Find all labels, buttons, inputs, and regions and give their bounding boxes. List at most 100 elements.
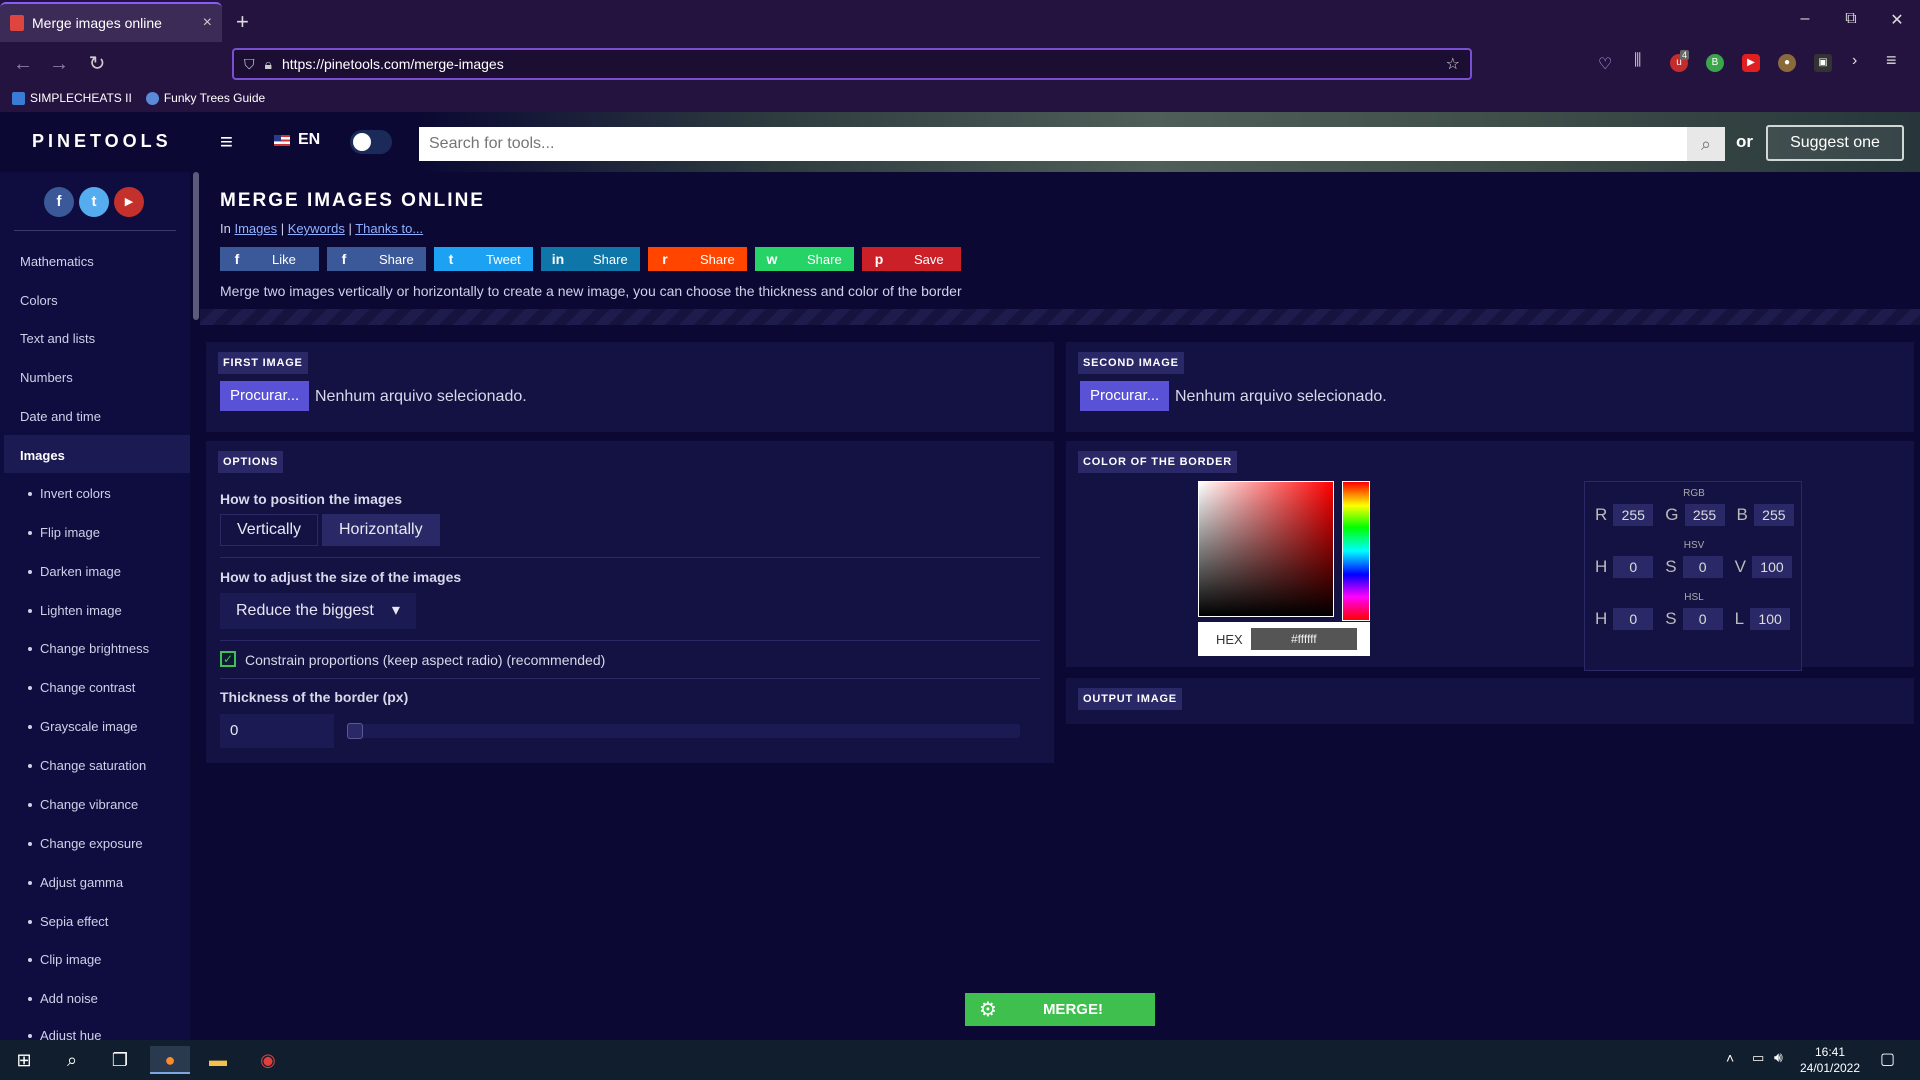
youtube-extension-icon[interactable]: ▶ <box>1742 54 1760 72</box>
constrain-checkbox[interactable]: ✓ <box>220 651 236 667</box>
twitter-icon[interactable]: t <box>79 187 109 217</box>
first-image-browse-button[interactable]: Procurar... <box>220 381 310 411</box>
position-horizontally-button[interactable]: Horizontally <box>322 514 440 546</box>
merge-button[interactable]: ⚙ MERGE! <box>965 993 1155 1026</box>
hsv-v-input[interactable]: 100 <box>1751 556 1792 578</box>
facebook-like-button[interactable]: f Like <box>220 247 319 271</box>
shield-icon[interactable]: ⛉ <box>244 56 255 73</box>
library-icon[interactable]: ⫼ <box>1634 52 1641 70</box>
overflow-chevron-icon[interactable]: › <box>1852 52 1857 70</box>
minimize-button[interactable]: – <box>1790 10 1820 28</box>
windows-start-icon[interactable]: ⊞ <box>4 1046 44 1074</box>
rgb-b-input[interactable]: 255 <box>1753 504 1794 526</box>
sidebar-item-add-noise[interactable]: Add noise <box>28 991 98 1006</box>
sidebar-category-images[interactable]: Images <box>20 448 65 463</box>
new-tab-button[interactable]: + <box>236 10 249 34</box>
hsl-s-input[interactable]: 0 <box>1682 608 1723 630</box>
hamburger-menu-icon[interactable]: ≡ <box>220 129 233 155</box>
sidebar-item-change-brightness[interactable]: Change brightness <box>28 641 149 656</box>
search-icon[interactable]: ⌕ <box>52 1046 92 1074</box>
linkedin-share-button[interactable]: in Share <box>541 247 640 271</box>
sidebar-item-adjust-gamma[interactable]: Adjust gamma <box>28 875 123 890</box>
twitter-tweet-button[interactable]: t Tweet <box>434 247 533 271</box>
network-icon[interactable]: ▭ <box>1752 1050 1764 1066</box>
browser-tab[interactable]: Merge images online × <box>0 2 222 42</box>
thickness-slider-handle[interactable] <box>347 723 363 739</box>
lock-icon[interactable]: 🔒︎ <box>265 56 272 73</box>
hsv-h-input[interactable]: 0 <box>1613 556 1654 578</box>
crumb-thanks-link[interactable]: Thanks to... <box>355 221 423 236</box>
crumb-images-link[interactable]: Images <box>234 221 277 236</box>
sidebar-item-change-contrast[interactable]: Change contrast <box>28 680 135 695</box>
sidebar-category-text-lists[interactable]: Text and lists <box>20 331 95 346</box>
extension-green-icon[interactable]: B <box>1706 54 1724 72</box>
hue-slider[interactable] <box>1342 481 1370 621</box>
sidebar-category-date-time[interactable]: Date and time <box>20 409 101 424</box>
sidebar-category-mathematics[interactable]: Mathematics <box>20 254 94 269</box>
sidebar-category-numbers[interactable]: Numbers <box>20 370 73 385</box>
volume-icon[interactable]: 🔊︎ <box>1774 1049 1783 1066</box>
pinterest-save-button[interactable]: p Save <box>862 247 961 271</box>
chevron-up-icon[interactable]: ˄ <box>1726 1050 1734 1066</box>
suggest-tool-button[interactable]: Suggest one <box>1766 125 1904 161</box>
thickness-slider-track[interactable] <box>350 724 1020 738</box>
taskbar-clock[interactable]: 16:41 24/01/2022 <box>1784 1044 1876 1076</box>
hsl-h-input[interactable]: 0 <box>1613 608 1654 630</box>
sidebar-item-grayscale-image[interactable]: Grayscale image <box>28 719 138 734</box>
youtube-icon[interactable]: ▶ <box>114 187 144 217</box>
facebook-icon[interactable]: f <box>44 187 74 217</box>
url-bar[interactable]: ⛉ 🔒︎ https://pinetools.com/merge-images … <box>232 48 1472 80</box>
file-explorer-icon[interactable]: ▬ <box>198 1046 238 1074</box>
extension-box-icon[interactable]: ▣ <box>1814 54 1832 72</box>
app-icon[interactable]: ◉ <box>248 1046 288 1074</box>
bookmark-star-icon[interactable]: ☆ <box>1446 54 1460 74</box>
tool-search-input[interactable] <box>419 127 1687 161</box>
second-image-browse-button[interactable]: Procurar... <box>1080 381 1170 411</box>
sidebar-category-colors[interactable]: Colors <box>20 293 58 308</box>
notification-icon[interactable]: ▢ <box>1880 1049 1895 1069</box>
sidebar-item-darken-image[interactable]: Darken image <box>28 564 121 579</box>
hsv-s-input[interactable]: 0 <box>1682 556 1723 578</box>
app-menu-icon[interactable]: ≡ <box>1886 50 1897 71</box>
restore-button[interactable]: ⧉ <box>1836 10 1866 28</box>
extension-brown-icon[interactable]: ● <box>1778 54 1796 72</box>
url-text[interactable]: https://pinetools.com/merge-images <box>282 56 1436 72</box>
pocket-icon[interactable]: ♡ <box>1598 54 1612 74</box>
bookmark-funky-trees[interactable]: Funky Trees Guide <box>145 91 265 105</box>
sidebar-item-flip-image[interactable]: Flip image <box>28 525 100 540</box>
sidebar-item-change-exposure[interactable]: Change exposure <box>28 836 143 851</box>
reddit-share-button[interactable]: r Share <box>648 247 747 271</box>
firefox-icon[interactable]: ● <box>150 1046 190 1074</box>
size-select[interactable]: Reduce the biggest ▾ <box>220 593 416 629</box>
sidebar-item-clip-image[interactable]: Clip image <box>28 952 101 967</box>
sidebar-item-change-saturation[interactable]: Change saturation <box>28 758 146 773</box>
sidebar-item-sepia-effect[interactable]: Sepia effect <box>28 914 108 929</box>
rgb-g-input[interactable]: 255 <box>1684 504 1725 526</box>
saturation-value-picker[interactable] <box>1198 481 1334 617</box>
options-divider <box>220 557 1040 558</box>
thickness-input[interactable]: 0 <box>220 714 334 748</box>
site-logo[interactable]: PINETOOLS <box>32 131 172 152</box>
dark-mode-toggle[interactable] <box>350 130 392 154</box>
back-icon[interactable]: ← <box>10 52 36 76</box>
rgb-r-input[interactable]: 255 <box>1613 504 1654 526</box>
task-view-icon[interactable]: ❐ <box>100 1046 140 1074</box>
tab-close-icon[interactable]: × <box>203 14 212 32</box>
position-vertically-button[interactable]: Vertically <box>220 514 319 546</box>
sidebar-item-lighten-image[interactable]: Lighten image <box>28 603 122 618</box>
close-window-button[interactable]: ✕ <box>1882 10 1912 30</box>
forward-icon[interactable]: → <box>46 52 72 76</box>
crumb-keywords-link[interactable]: Keywords <box>288 221 345 236</box>
language-selector[interactable]: EN <box>274 131 320 149</box>
bookmark-simplecheats[interactable]: SIMPLECHEATS II <box>12 91 132 105</box>
reload-icon[interactable]: ↻ <box>84 52 110 76</box>
hex-input[interactable]: #ffffff <box>1250 628 1357 650</box>
facebook-share-button[interactable]: f Share <box>327 247 426 271</box>
first-image-panel <box>206 342 1054 432</box>
sidebar-item-invert-colors[interactable]: Invert colors <box>28 486 111 501</box>
hsl-l-input[interactable]: 100 <box>1750 608 1791 630</box>
sidebar-scrollbar[interactable] <box>193 172 199 320</box>
whatsapp-share-button[interactable]: w Share <box>755 247 854 271</box>
sidebar-item-change-vibrance[interactable]: Change vibrance <box>28 797 138 812</box>
search-icon[interactable]: ⌕ <box>1687 127 1725 161</box>
